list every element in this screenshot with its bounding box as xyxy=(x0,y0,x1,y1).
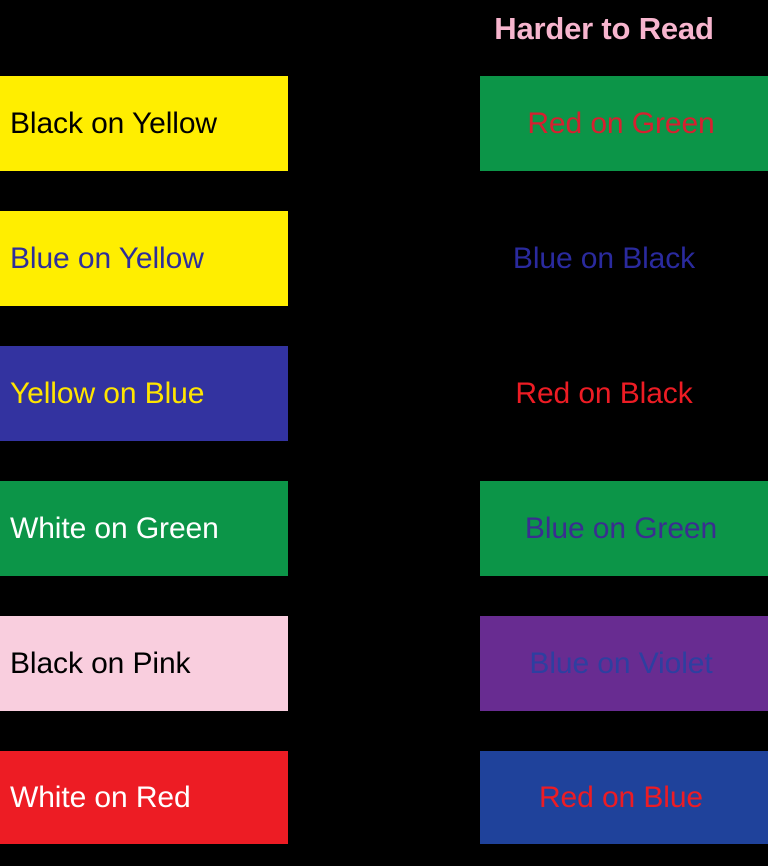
swatch-row: White on Green Blue on Green xyxy=(0,461,768,596)
swatch-label: Black on Pink xyxy=(10,646,191,680)
header-cell-easier xyxy=(0,0,440,56)
header-cell-harder: Harder to Read xyxy=(440,0,768,56)
swatch-left: Black on Yellow xyxy=(0,76,288,171)
swatch-right: Red on Black xyxy=(440,346,768,441)
swatch-label: Blue on Violet xyxy=(529,646,713,680)
swatch-label: White on Red xyxy=(10,780,191,814)
swatch-row: Black on Yellow Red on Green xyxy=(0,56,768,191)
swatch-right: Red on Green xyxy=(480,76,768,171)
swatch-grid: Black on Yellow Red on Green Blue on Yello… xyxy=(0,56,768,859)
swatch-label: Blue on Green xyxy=(524,511,718,545)
chart-header-band: Harder to Read xyxy=(0,0,768,56)
swatch-label: Black on Yellow xyxy=(10,106,217,140)
swatch-label: Red on Black xyxy=(515,376,693,410)
swatch-right: Blue on Violet xyxy=(480,616,768,711)
swatch-left: Black on Pink xyxy=(0,616,288,711)
swatch-left: White on Green xyxy=(0,481,288,576)
swatch-label: Red on Blue xyxy=(538,780,704,814)
swatch-left: Yellow on Blue xyxy=(0,346,288,441)
swatch-label: White on Green xyxy=(10,511,219,545)
swatch-left: White on Red xyxy=(0,751,288,844)
swatch-label: Blue on Yellow xyxy=(10,241,204,275)
harder-to-read-header: Harder to Read xyxy=(494,10,714,46)
swatch-row: Yellow on Blue Red on Black xyxy=(0,326,768,461)
swatch-right: Red on Blue xyxy=(480,751,768,844)
swatch-right: Blue on Black xyxy=(440,211,768,306)
swatch-left: Blue on Yellow xyxy=(0,211,288,306)
swatch-row: Black on Pink Blue on Violet xyxy=(0,596,768,731)
swatch-label: Blue on Black xyxy=(512,241,696,275)
swatch-row: White on Red Red on Blue xyxy=(0,731,768,866)
swatch-label: Red on Green xyxy=(527,106,715,140)
swatch-right: Blue on Green xyxy=(480,481,768,576)
color-contrast-chart: Harder to Read Black on Yellow Red on Gre… xyxy=(0,0,768,859)
swatch-label: Yellow on Blue xyxy=(10,376,205,410)
swatch-row: Blue on Yellow Blue on Black xyxy=(0,191,768,326)
